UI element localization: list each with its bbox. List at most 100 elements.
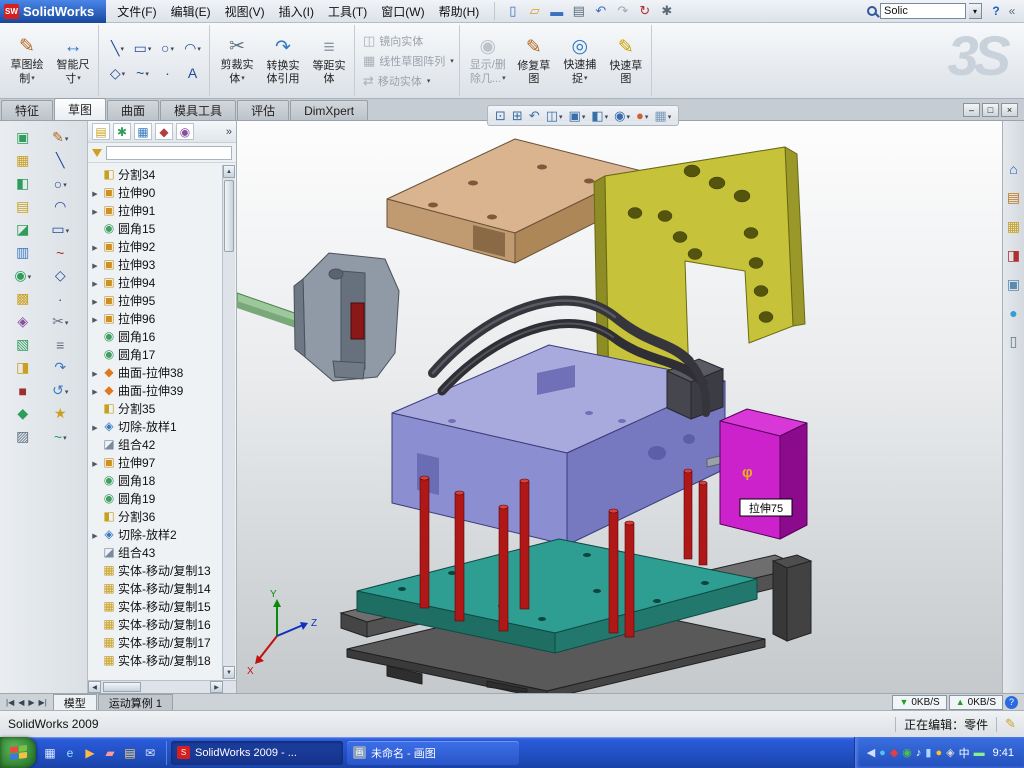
battery-icon[interactable]: ▬ <box>974 747 985 759</box>
feature-tree-item[interactable]: ◪ 组合43 <box>90 543 223 561</box>
rectangle-tool-icon[interactable]: ▭ <box>130 36 155 61</box>
feature-tree-item[interactable]: ◧ 分割35 <box>90 399 223 417</box>
zoom-area-icon[interactable]: ⊞ <box>510 108 525 124</box>
menu-item[interactable]: 工具(T) <box>321 0 374 23</box>
save-icon[interactable]: ▬ <box>547 2 566 20</box>
quick-snaps-button[interactable]: ◎ 快速捕 捉 <box>557 25 603 96</box>
left-toolbar-icon[interactable]: ≡ <box>56 337 64 353</box>
tray-chevron-icon[interactable]: ◀ <box>867 746 875 759</box>
feature-tree-item[interactable]: ▣ 拉伸96 <box>90 309 223 327</box>
feature-tree-item[interactable]: ▦ 实体-移动/复制15 <box>90 597 223 615</box>
expand-arrow-icon[interactable] <box>90 257 100 271</box>
command-tab[interactable]: 草图 <box>54 98 106 120</box>
mirror-entities-button[interactable]: ◫ 镜向实体 <box>363 33 454 49</box>
command-tab[interactable]: DimXpert <box>290 100 368 120</box>
design-library-icon[interactable]: ▤ <box>1007 189 1020 206</box>
linear-sketch-pattern-button[interactable]: ▦ 线性草图阵列 <box>363 53 454 69</box>
tab-nav-button[interactable]: |◀ <box>5 698 15 707</box>
expand-arrow-icon[interactable] <box>90 293 100 307</box>
left-toolbar-icon[interactable]: ▣ <box>16 129 29 146</box>
left-toolbar-icon[interactable]: ▤ <box>16 198 29 215</box>
section-view-icon[interactable]: ◫ <box>544 108 565 124</box>
feature-tree-item[interactable]: ▣ 拉伸92 <box>90 237 223 255</box>
custom-properties-icon[interactable]: ▯ <box>1010 333 1018 350</box>
network-icon[interactable]: ▮ <box>925 746 931 759</box>
tab-nav-button[interactable]: ◀ <box>17 698 25 707</box>
usb-icon[interactable]: ◈ <box>946 746 954 759</box>
graphics-viewport[interactable]: φ <box>237 121 1002 693</box>
feature-tree-item[interactable]: ▣ 拉伸94 <box>90 273 223 291</box>
doc-minimize-button[interactable]: – <box>963 103 980 117</box>
menu-item[interactable]: 插入(I) <box>272 0 321 23</box>
menu-item[interactable]: 帮助(H) <box>432 0 487 23</box>
folder-icon[interactable]: ▤ <box>122 746 138 760</box>
tab-nav-button[interactable]: ▶ <box>27 698 35 707</box>
displaymanager-tab-icon[interactable]: ◉ <box>176 123 194 140</box>
sketch-button[interactable]: ✎ 草图绘 制 <box>4 25 50 96</box>
search-icon[interactable] <box>867 6 877 16</box>
left-toolbar-icon[interactable]: ★ <box>54 405 67 422</box>
options-icon[interactable]: ✱ <box>657 2 676 20</box>
feature-tree-item[interactable]: ▣ 拉伸91 <box>90 201 223 219</box>
scroll-down-icon[interactable]: ▼ <box>223 666 235 679</box>
search-input[interactable]: Solic <box>880 3 966 19</box>
point-tool-icon[interactable]: · <box>155 61 180 86</box>
tab-nav-button[interactable]: ▶| <box>38 698 48 707</box>
undo-icon[interactable]: ↶ <box>591 2 610 20</box>
display-style-icon[interactable]: ◧ <box>589 108 610 124</box>
spline-tool-icon[interactable]: ~ <box>130 61 155 86</box>
left-toolbar-icon[interactable]: ◆ <box>17 405 28 422</box>
feature-tree-item[interactable]: ◈ 切除-放样1 <box>90 417 223 435</box>
filter-funnel-icon[interactable] <box>92 149 102 157</box>
update-icon[interactable]: ● <box>935 747 942 759</box>
feature-tree-item[interactable]: ◉ 圆角15 <box>90 219 223 237</box>
zoom-fit-icon[interactable]: ⊡ <box>493 108 508 124</box>
rebuild-icon[interactable]: ↻ <box>635 2 654 20</box>
expand-arrow-icon[interactable] <box>90 185 100 199</box>
doc-restore-button[interactable]: □ <box>982 103 999 117</box>
polygon-tool-icon[interactable]: ◇ <box>105 61 130 86</box>
tree-vertical-scrollbar[interactable]: ▲ ▼ <box>222 165 235 679</box>
solidworks-launch-icon[interactable]: ▰ <box>102 746 118 760</box>
trim-entities-button[interactable]: ✂ 剪裁实 体 <box>214 25 260 96</box>
feature-tree-item[interactable]: ◆ 曲面-拉伸39 <box>90 381 223 399</box>
left-toolbar-icon[interactable]: ▨ <box>16 428 29 445</box>
taskbar-task-button[interactable]: S SolidWorks 2009 - ... <box>171 741 343 765</box>
feature-tree-item[interactable]: ◈ 切除-放样2 <box>90 525 223 543</box>
configurationmanager-tab-icon[interactable]: ▦ <box>134 123 152 140</box>
feature-tree-item[interactable]: ▦ 实体-移动/复制14 <box>90 579 223 597</box>
convert-entities-button[interactable]: ↷ 转换实 体引用 <box>260 25 306 96</box>
view-palette-icon[interactable]: ▣ <box>1007 276 1020 293</box>
feature-tree-item[interactable]: ◧ 分割36 <box>90 507 223 525</box>
expand-arrow-icon[interactable] <box>90 455 100 469</box>
safety-icon[interactable]: ◉ <box>902 746 912 759</box>
left-toolbar-icon[interactable]: ○ <box>54 176 67 192</box>
menu-item[interactable]: 编辑(E) <box>164 0 218 23</box>
part-support-block[interactable] <box>773 555 811 641</box>
appearances-icon[interactable]: ● <box>1009 305 1017 321</box>
left-toolbar-icon[interactable]: ◇ <box>55 267 66 284</box>
open-icon[interactable]: ▱ <box>525 2 544 20</box>
scroll-thumb[interactable] <box>103 682 141 692</box>
feature-tree-item[interactable]: ▣ 拉伸90 <box>90 183 223 201</box>
tree-horizontal-scrollbar[interactable]: ◀ ▶ <box>88 680 236 693</box>
repair-sketch-button[interactable]: ✎ 修复草 图 <box>511 25 557 96</box>
left-toolbar-icon[interactable]: ◈ <box>17 313 28 330</box>
previous-view-icon[interactable]: ↶ <box>527 108 542 124</box>
left-toolbar-icon[interactable]: ▩ <box>16 290 29 307</box>
feature-tree-item[interactable]: ▣ 拉伸93 <box>90 255 223 273</box>
text-tool-icon[interactable]: A <box>180 61 205 86</box>
feature-tree-item[interactable]: ◉ 圆角16 <box>90 327 223 345</box>
feature-tree-item[interactable]: ◉ 圆角19 <box>90 489 223 507</box>
left-toolbar-icon[interactable]: ◠ <box>54 198 66 215</box>
left-toolbar-icon[interactable]: ╲ <box>56 152 64 169</box>
view-orientation-icon[interactable]: ▣ <box>567 108 588 124</box>
model-tab[interactable]: 模型 <box>53 694 97 710</box>
command-tab[interactable]: 模具工具 <box>160 100 236 120</box>
apply-scene-icon[interactable]: ▦ <box>652 108 673 124</box>
doc-close-button[interactable]: × <box>1001 103 1018 117</box>
offset-entities-button[interactable]: ≡ 等距实 体 <box>306 25 352 96</box>
search-dropdown-icon[interactable]: ▾ <box>969 3 982 19</box>
left-toolbar-icon[interactable]: ~ <box>56 245 64 261</box>
expand-arrow-icon[interactable] <box>90 275 100 289</box>
